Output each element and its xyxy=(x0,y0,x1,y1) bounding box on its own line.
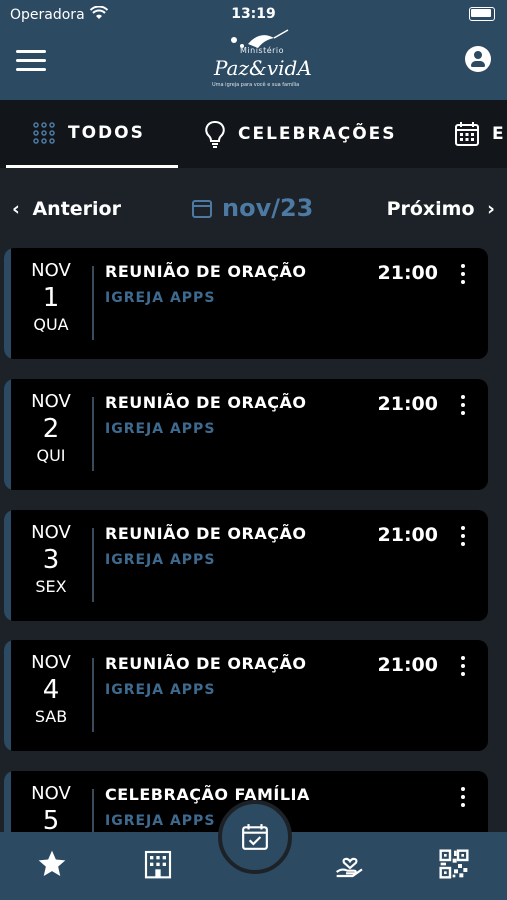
hamburger-line-icon xyxy=(16,59,46,62)
event-day: 3 xyxy=(42,545,60,575)
previous-label: Anterior xyxy=(32,198,121,220)
event-time: 21:00 xyxy=(377,524,438,546)
divider xyxy=(92,397,94,471)
user-profile-icon[interactable] xyxy=(465,46,491,72)
more-options-icon[interactable] xyxy=(460,787,466,809)
event-date: NOV 2 QUI xyxy=(16,391,86,465)
event-date: NOV 3 SEX xyxy=(16,522,86,596)
calendar-icon xyxy=(455,122,479,146)
event-time: 21:00 xyxy=(377,654,438,676)
event-card[interactable]: NOV 4 SAB REUNIÃO DE ORAÇÃO IGREJA APPS … xyxy=(4,640,488,751)
event-date: NOV 1 QUA xyxy=(16,260,86,334)
heart-hand-icon[interactable] xyxy=(334,848,366,880)
event-month: NOV xyxy=(31,260,71,281)
chevron-left-icon: ‹ xyxy=(12,198,20,220)
building-icon[interactable] xyxy=(142,848,174,880)
tab-label: E xyxy=(492,124,506,144)
event-weekday: QUA xyxy=(33,315,69,334)
calendar-check-icon xyxy=(242,824,268,850)
qrcode-icon[interactable] xyxy=(438,848,470,880)
card-accent-bar xyxy=(4,510,11,621)
lightbulb-icon xyxy=(205,120,225,148)
tab-todos[interactable]: TODOS xyxy=(6,100,178,168)
current-month-label: nov/23 xyxy=(222,194,314,222)
event-weekday: SEX xyxy=(35,577,67,596)
status-clock: 13:19 xyxy=(231,6,276,22)
menu-button[interactable] xyxy=(16,50,46,72)
event-month: NOV xyxy=(31,783,71,804)
event-date: NOV 5 xyxy=(16,783,86,838)
event-card[interactable]: NOV 1 QUA REUNIÃO DE ORAÇÃO IGREJA APPS … xyxy=(4,248,488,359)
card-accent-bar xyxy=(4,640,11,751)
logo-main-text: Paz&vidA xyxy=(214,56,312,80)
grid-icon xyxy=(33,121,55,144)
event-day: 2 xyxy=(42,414,60,444)
event-month: NOV xyxy=(31,391,71,412)
event-day: 4 xyxy=(42,675,60,705)
event-subtitle: IGREJA APPS xyxy=(105,682,216,698)
divider xyxy=(92,266,94,340)
calendar-check-button[interactable] xyxy=(218,800,292,874)
logo: Ministério Paz&vidA Uma igreja para você… xyxy=(206,28,312,94)
event-title: REUNIÃO DE ORAÇÃO xyxy=(105,393,307,412)
month-navigation: ‹ Anterior nov/23 Próximo › xyxy=(0,190,507,234)
event-subtitle: IGREJA APPS xyxy=(105,552,216,568)
next-label: Próximo xyxy=(386,198,475,220)
event-title: CELEBRAÇÃO FAMÍLIA xyxy=(105,785,310,804)
card-accent-bar xyxy=(4,248,11,359)
event-subtitle: IGREJA APPS xyxy=(105,421,216,437)
next-month-button[interactable]: Próximo › xyxy=(387,198,495,220)
event-title: REUNIÃO DE ORAÇÃO xyxy=(105,524,307,543)
event-weekday: SAB xyxy=(34,707,68,726)
more-options-icon[interactable] xyxy=(460,395,466,417)
status-bar: Operadora 13:19 xyxy=(0,0,507,30)
battery-icon xyxy=(469,7,495,21)
tab-celebracoes[interactable]: CELEBRAÇÕES xyxy=(204,100,397,168)
chevron-right-icon: › xyxy=(487,198,495,220)
event-title: REUNIÃO DE ORAÇÃO xyxy=(105,262,307,281)
previous-month-button[interactable]: ‹ Anterior xyxy=(12,198,121,220)
category-tabs: TODOS CELEBRAÇÕES E xyxy=(0,100,507,168)
more-options-icon[interactable] xyxy=(460,656,466,678)
calendar-icon xyxy=(192,200,212,218)
event-day: 1 xyxy=(42,283,60,313)
event-card[interactable]: NOV 3 SEX REUNIÃO DE ORAÇÃO IGREJA APPS … xyxy=(4,510,488,621)
hamburger-line-icon xyxy=(16,68,46,71)
divider xyxy=(92,658,94,732)
hamburger-line-icon xyxy=(16,50,46,53)
more-options-icon[interactable] xyxy=(460,264,466,286)
event-subtitle: IGREJA APPS xyxy=(105,813,216,829)
logo-small-text: Ministério xyxy=(240,46,285,55)
current-month[interactable]: nov/23 xyxy=(192,194,313,222)
event-weekday: QUI xyxy=(36,446,66,465)
event-month: NOV xyxy=(31,652,71,673)
tab-label: CELEBRAÇÕES xyxy=(238,124,397,144)
more-options-icon[interactable] xyxy=(460,526,466,548)
event-card[interactable]: NOV 2 QUI REUNIÃO DE ORAÇÃO IGREJA APPS … xyxy=(4,379,488,490)
logo-tagline: Uma igreja para você e sua família xyxy=(212,82,300,88)
event-time: 21:00 xyxy=(377,393,438,415)
divider xyxy=(92,528,94,602)
event-time: 21:00 xyxy=(377,262,438,284)
tab-label: TODOS xyxy=(68,122,145,143)
star-icon[interactable] xyxy=(36,848,68,880)
event-title: REUNIÃO DE ORAÇÃO xyxy=(105,654,307,673)
event-date: NOV 4 SAB xyxy=(16,652,86,726)
tab-eventos[interactable]: E xyxy=(454,100,506,168)
event-subtitle: IGREJA APPS xyxy=(105,290,216,306)
card-accent-bar xyxy=(4,379,11,490)
app-header: Operadora 13:19 Ministério Paz&vidA Uma … xyxy=(0,0,507,100)
event-month: NOV xyxy=(31,522,71,543)
